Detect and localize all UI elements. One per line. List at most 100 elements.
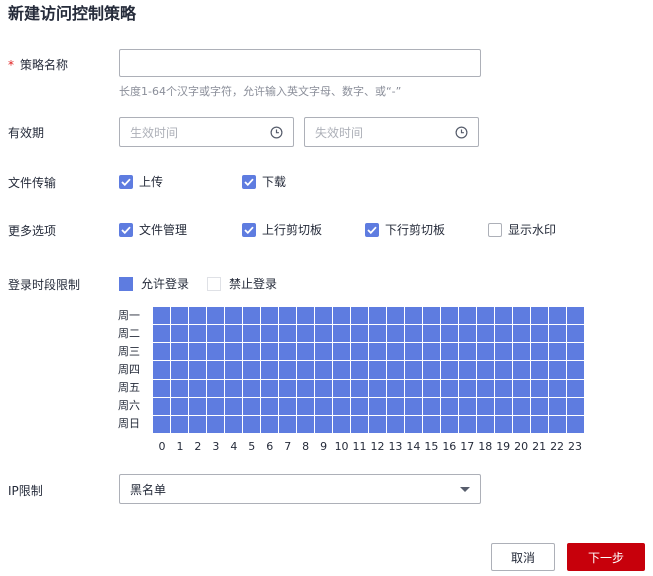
time-cell[interactable] bbox=[567, 361, 584, 379]
time-cell[interactable] bbox=[153, 307, 170, 325]
time-cell[interactable] bbox=[279, 361, 296, 379]
time-cell[interactable] bbox=[243, 307, 260, 325]
time-cell[interactable] bbox=[189, 343, 206, 361]
time-cell[interactable] bbox=[189, 325, 206, 343]
time-cell[interactable] bbox=[333, 397, 350, 415]
time-cell[interactable] bbox=[567, 379, 584, 397]
time-cell[interactable] bbox=[225, 307, 242, 325]
start-time-picker[interactable]: 生效时间 bbox=[119, 117, 294, 147]
time-cell[interactable] bbox=[315, 379, 332, 397]
time-cell[interactable] bbox=[225, 415, 242, 433]
time-cell[interactable] bbox=[207, 343, 224, 361]
time-cell[interactable] bbox=[243, 397, 260, 415]
time-cell[interactable] bbox=[405, 361, 422, 379]
time-cell[interactable] bbox=[513, 325, 530, 343]
time-cell[interactable] bbox=[315, 415, 332, 433]
time-cell[interactable] bbox=[531, 397, 548, 415]
file-management-checkbox[interactable]: 文件管理 bbox=[119, 221, 187, 238]
time-cell[interactable] bbox=[387, 325, 404, 343]
time-cell[interactable] bbox=[171, 397, 188, 415]
time-cell[interactable] bbox=[351, 415, 368, 433]
time-cell[interactable] bbox=[477, 379, 494, 397]
time-cell[interactable] bbox=[459, 325, 476, 343]
time-cell[interactable] bbox=[333, 361, 350, 379]
time-cell[interactable] bbox=[531, 415, 548, 433]
time-cell[interactable] bbox=[549, 325, 566, 343]
time-cell[interactable] bbox=[297, 343, 314, 361]
time-cell[interactable] bbox=[261, 379, 278, 397]
time-cell[interactable] bbox=[315, 307, 332, 325]
time-cell[interactable] bbox=[495, 379, 512, 397]
time-cell[interactable] bbox=[153, 343, 170, 361]
time-cell[interactable] bbox=[495, 307, 512, 325]
time-cell[interactable] bbox=[261, 343, 278, 361]
watermark-checkbox[interactable]: 显示水印 bbox=[488, 221, 556, 238]
time-cell[interactable] bbox=[243, 415, 260, 433]
time-cell[interactable] bbox=[153, 325, 170, 343]
time-cell[interactable] bbox=[351, 307, 368, 325]
time-cell[interactable] bbox=[549, 343, 566, 361]
time-cell[interactable] bbox=[243, 325, 260, 343]
time-cell[interactable] bbox=[333, 415, 350, 433]
time-cell[interactable] bbox=[549, 379, 566, 397]
time-cell[interactable] bbox=[459, 361, 476, 379]
time-cell[interactable] bbox=[297, 415, 314, 433]
time-cell[interactable] bbox=[459, 307, 476, 325]
time-cell[interactable] bbox=[225, 397, 242, 415]
time-cell[interactable] bbox=[153, 415, 170, 433]
time-cell[interactable] bbox=[387, 361, 404, 379]
time-cell[interactable] bbox=[567, 325, 584, 343]
time-cell[interactable] bbox=[171, 415, 188, 433]
time-cell[interactable] bbox=[189, 361, 206, 379]
time-cell[interactable] bbox=[315, 361, 332, 379]
time-cell[interactable] bbox=[423, 415, 440, 433]
downstream-clipboard-checkbox[interactable]: 下行剪切板 bbox=[365, 221, 445, 238]
time-cell[interactable] bbox=[441, 415, 458, 433]
time-cell[interactable] bbox=[459, 397, 476, 415]
time-cell[interactable] bbox=[279, 343, 296, 361]
time-cell[interactable] bbox=[513, 379, 530, 397]
cancel-button[interactable]: 取消 bbox=[491, 543, 555, 571]
time-cell[interactable] bbox=[477, 343, 494, 361]
time-cell[interactable] bbox=[441, 361, 458, 379]
time-cell[interactable] bbox=[333, 307, 350, 325]
time-cell[interactable] bbox=[513, 343, 530, 361]
time-cell[interactable] bbox=[495, 415, 512, 433]
time-cell[interactable] bbox=[261, 397, 278, 415]
time-cell[interactable] bbox=[369, 343, 386, 361]
time-cell[interactable] bbox=[441, 397, 458, 415]
time-cell[interactable] bbox=[477, 361, 494, 379]
ip-limit-select[interactable]: 黑名单 bbox=[119, 474, 481, 504]
time-cell[interactable] bbox=[549, 307, 566, 325]
time-cell[interactable] bbox=[351, 325, 368, 343]
time-cell[interactable] bbox=[387, 397, 404, 415]
time-cell[interactable] bbox=[333, 343, 350, 361]
time-cell[interactable] bbox=[189, 415, 206, 433]
time-cell[interactable] bbox=[297, 325, 314, 343]
time-cell[interactable] bbox=[477, 325, 494, 343]
time-cell[interactable] bbox=[549, 361, 566, 379]
next-button[interactable]: 下一步 bbox=[567, 543, 645, 571]
time-cell[interactable] bbox=[513, 415, 530, 433]
time-cell[interactable] bbox=[531, 379, 548, 397]
time-cell[interactable] bbox=[225, 343, 242, 361]
time-cell[interactable] bbox=[279, 307, 296, 325]
time-cell[interactable] bbox=[567, 343, 584, 361]
time-cell[interactable] bbox=[207, 325, 224, 343]
time-cell[interactable] bbox=[495, 343, 512, 361]
time-cell[interactable] bbox=[477, 415, 494, 433]
time-cell[interactable] bbox=[387, 415, 404, 433]
time-cell[interactable] bbox=[189, 379, 206, 397]
upstream-clipboard-checkbox[interactable]: 上行剪切板 bbox=[242, 221, 322, 238]
time-cell[interactable] bbox=[369, 361, 386, 379]
time-cell[interactable] bbox=[405, 415, 422, 433]
time-cell[interactable] bbox=[369, 397, 386, 415]
time-cell[interactable] bbox=[279, 397, 296, 415]
time-cell[interactable] bbox=[567, 397, 584, 415]
time-cell[interactable] bbox=[315, 325, 332, 343]
time-cell[interactable] bbox=[153, 379, 170, 397]
time-cell[interactable] bbox=[405, 379, 422, 397]
time-cell[interactable] bbox=[153, 361, 170, 379]
time-cell[interactable] bbox=[279, 379, 296, 397]
time-cell[interactable] bbox=[279, 415, 296, 433]
